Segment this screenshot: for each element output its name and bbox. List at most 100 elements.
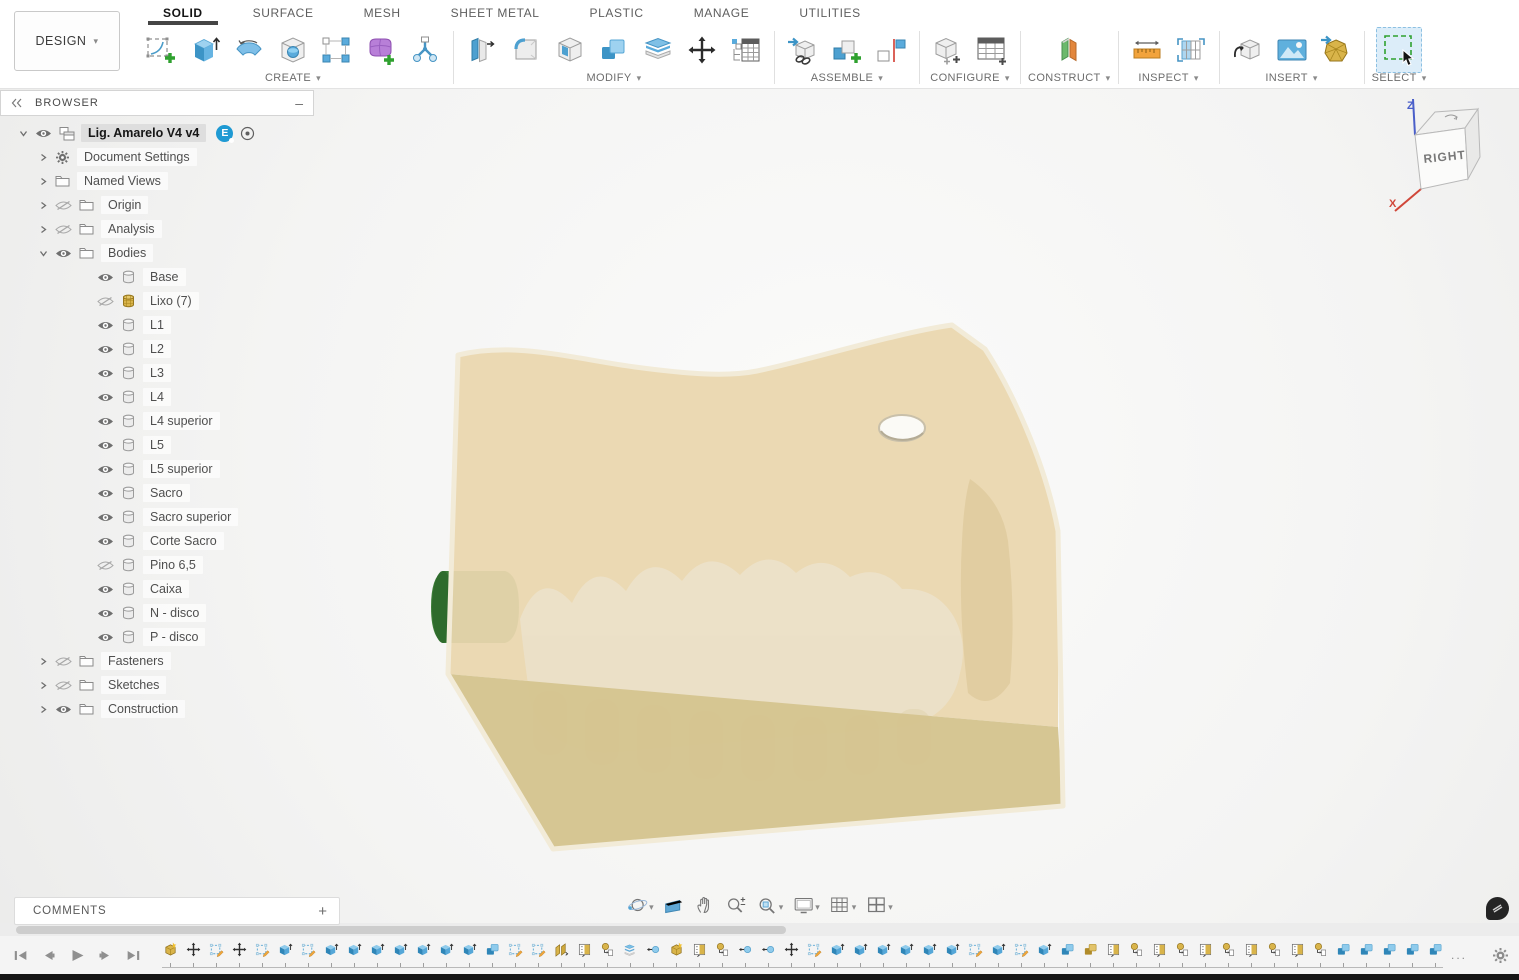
- eye-visible-icon[interactable]: [96, 416, 114, 427]
- timeline-feature-combine[interactable]: [1358, 942, 1374, 967]
- combine-button[interactable]: [593, 28, 635, 72]
- expand-closed-icon[interactable]: [38, 153, 48, 162]
- caret-down-icon[interactable]: ▾: [888, 903, 893, 912]
- minimize-panel-icon[interactable]: –: [295, 95, 303, 111]
- caret-down-icon[interactable]: ▾: [649, 903, 654, 912]
- activate-component-icon[interactable]: [239, 126, 256, 141]
- zoom-button[interactable]: [722, 894, 750, 920]
- timeline-feature-extrude[interactable]: [392, 942, 408, 967]
- eye-visible-icon[interactable]: [96, 536, 114, 547]
- timeline-feature-combine[interactable]: [1335, 942, 1351, 967]
- timeline-settings-button[interactable]: [1492, 947, 1509, 964]
- tab-plastic[interactable]: PLASTIC: [564, 0, 668, 25]
- timeline-feature-panel[interactable]: [576, 942, 592, 967]
- hole-button[interactable]: [272, 28, 314, 72]
- tree-item-label[interactable]: Caixa: [143, 580, 189, 598]
- timeline-feature-combine-gold[interactable]: [1082, 942, 1098, 967]
- tree-item-label[interactable]: L5: [143, 436, 171, 454]
- timeline-feature-extrude[interactable]: [829, 942, 845, 967]
- viewport[interactable]: BROWSER – Lig. Amarelo V4 v4EDocument Se…: [0, 89, 1519, 923]
- collapse-panel-icon[interactable]: [11, 98, 23, 108]
- step-forward-button[interactable]: [94, 946, 116, 964]
- expand-closed-icon[interactable]: [38, 657, 48, 666]
- timeline-feature-offset[interactable]: [645, 942, 661, 967]
- generative-branch-button[interactable]: [404, 28, 446, 72]
- create-dropdown[interactable]: CREATE▾: [265, 72, 321, 84]
- configure-dropdown[interactable]: CONFIGURE▾: [930, 72, 1010, 84]
- change-parameters-button[interactable]: [725, 28, 767, 72]
- timeline-feature-sketch[interactable]: [208, 942, 224, 967]
- timeline-feature-panel[interactable]: [1151, 942, 1167, 967]
- timeline-feature-combine[interactable]: [1427, 942, 1443, 967]
- tree-item-label[interactable]: Analysis: [101, 220, 162, 238]
- pattern-button[interactable]: [316, 28, 358, 72]
- fit-button[interactable]: ▾: [753, 894, 787, 920]
- new-component-button[interactable]: [826, 28, 868, 72]
- insert-mesh-button[interactable]: [1315, 28, 1357, 72]
- timeline-feature-split[interactable]: [622, 942, 638, 967]
- tree-item-label[interactable]: Fasteners: [101, 652, 171, 670]
- viewports-button[interactable]: ▾: [862, 894, 896, 920]
- timeline-feature-copy[interactable]: [1220, 942, 1236, 967]
- timeline-feature-panel[interactable]: [1289, 942, 1305, 967]
- insert-into-design-button[interactable]: [782, 28, 824, 72]
- section-analysis-button[interactable]: [1170, 28, 1212, 72]
- orbit-button[interactable]: ▾: [623, 894, 657, 920]
- timeline-feature-panel[interactable]: [1197, 942, 1213, 967]
- move-copy-button[interactable]: [681, 28, 723, 72]
- eye-visible-icon[interactable]: [96, 368, 114, 379]
- select-tool-button[interactable]: [1376, 27, 1422, 73]
- construction-plane-button[interactable]: [1048, 28, 1090, 72]
- look-at-button[interactable]: [660, 894, 688, 920]
- modify-dropdown[interactable]: MODIFY▾: [586, 72, 641, 84]
- timeline-feature-extrude[interactable]: [346, 942, 362, 967]
- tab-utilities[interactable]: UTILITIES: [774, 0, 885, 25]
- tree-item-label[interactable]: L3: [143, 364, 171, 382]
- timeline-feature-extrude[interactable]: [438, 942, 454, 967]
- timeline-feature-offset[interactable]: [760, 942, 776, 967]
- tab-sheet-metal[interactable]: SHEET METAL: [426, 0, 565, 25]
- fillet-button[interactable]: [505, 28, 547, 72]
- split-body-button[interactable]: [637, 28, 679, 72]
- expand-open-icon[interactable]: [18, 129, 28, 138]
- timeline-feature-copy[interactable]: [1266, 942, 1282, 967]
- expand-closed-icon[interactable]: [38, 705, 48, 714]
- derive-button[interactable]: [1227, 28, 1269, 72]
- timeline-feature-copy[interactable]: [1174, 942, 1190, 967]
- timeline-feature-sketch[interactable]: [254, 942, 270, 967]
- timeline-feature-extrude[interactable]: [852, 942, 868, 967]
- comments-bar[interactable]: COMMENTS +: [14, 897, 340, 925]
- go-to-start-button[interactable]: [10, 946, 32, 964]
- timeline-scrollbar-thumb[interactable]: [16, 926, 786, 934]
- timeline-feature-mesh-insert[interactable]: [162, 942, 178, 967]
- timeline-feature-move[interactable]: [185, 942, 201, 967]
- timeline-feature-combine[interactable]: [484, 942, 500, 967]
- tab-manage[interactable]: MANAGE: [669, 0, 775, 25]
- eye-visible-icon[interactable]: [96, 632, 114, 643]
- tree-item-label[interactable]: Origin: [101, 196, 148, 214]
- expand-closed-icon[interactable]: [38, 201, 48, 210]
- timeline-feature-extrude[interactable]: [461, 942, 477, 967]
- timeline-feature-move[interactable]: [231, 942, 247, 967]
- notification-corner-icon[interactable]: [1486, 897, 1509, 920]
- tree-item-label[interactable]: Construction: [101, 700, 185, 718]
- go-to-end-button[interactable]: [122, 946, 144, 964]
- grid-layout-button[interactable]: ▾: [826, 894, 860, 920]
- tree-item-label[interactable]: P - disco: [143, 628, 205, 646]
- canvas-image-button[interactable]: [1271, 28, 1313, 72]
- timeline-feature-extrude[interactable]: [898, 942, 914, 967]
- timeline-feature-extrude[interactable]: [921, 942, 937, 967]
- inspect-dropdown[interactable]: INSPECT▾: [1138, 72, 1198, 84]
- extrude-button[interactable]: [184, 28, 226, 72]
- workspace-switcher-button[interactable]: DESIGN ▾: [14, 11, 120, 71]
- timeline-feature-sketch[interactable]: [300, 942, 316, 967]
- timeline-feature-extrude[interactable]: [415, 942, 431, 967]
- configuration-button[interactable]: [927, 28, 969, 72]
- expand-closed-icon[interactable]: [38, 681, 48, 690]
- joint-button[interactable]: [870, 28, 912, 72]
- tree-item-label[interactable]: Pino 6,5: [143, 556, 203, 574]
- timeline-feature-extrude[interactable]: [990, 942, 1006, 967]
- tree-item-label[interactable]: Document Settings: [77, 148, 197, 166]
- eye-visible-icon[interactable]: [96, 488, 114, 499]
- select-dropdown[interactable]: SELECT▾: [1372, 72, 1427, 84]
